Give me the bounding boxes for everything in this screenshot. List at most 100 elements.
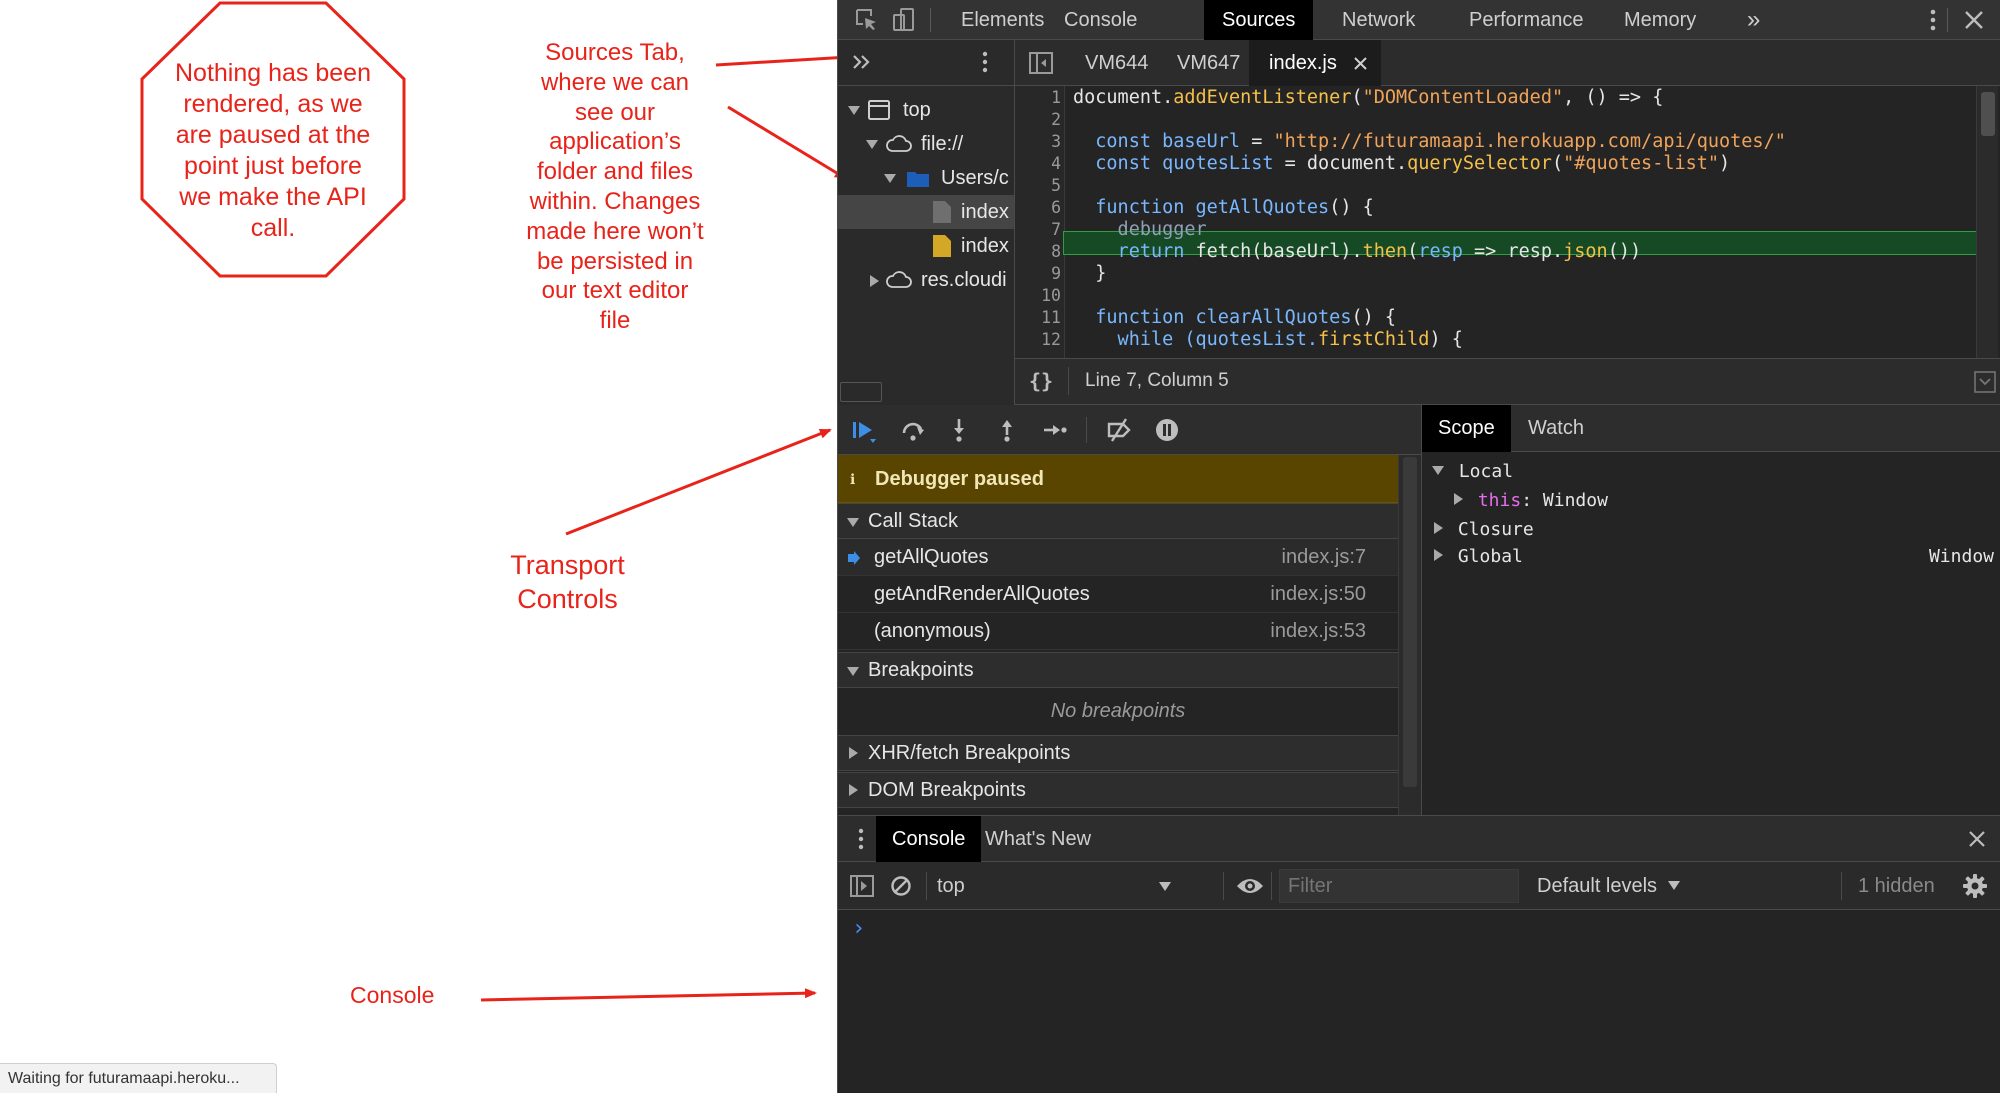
sidebar-vertical-scrollbar[interactable] bbox=[1398, 455, 1421, 815]
section-title: Breakpoints bbox=[868, 659, 974, 681]
device-toolbar-icon[interactable] bbox=[890, 7, 916, 33]
execution-context-select[interactable]: top bbox=[937, 870, 1183, 902]
tree-item-file-protocol[interactable]: file:// bbox=[838, 127, 1014, 161]
line-number[interactable]: 1 bbox=[1015, 87, 1061, 109]
close-devtools-icon[interactable] bbox=[1961, 7, 1987, 33]
call-frame-row[interactable]: getAllQuotes index.js:7 bbox=[838, 539, 1398, 576]
tree-item-res-cloudinary[interactable]: res.cloudi bbox=[838, 263, 1014, 297]
frame-function: getAndRenderAllQuotes bbox=[874, 583, 1090, 605]
editor-tab-vm647[interactable]: VM647 bbox=[1157, 40, 1260, 86]
tree-item-label: index bbox=[961, 235, 1009, 257]
annotation-line: file bbox=[599, 307, 631, 335]
navigator-menu-icon[interactable] bbox=[973, 50, 997, 74]
expand-triangle-icon bbox=[884, 174, 896, 184]
close-tab-icon[interactable] bbox=[1354, 57, 1367, 70]
cloud-icon bbox=[886, 135, 912, 152]
tab-network[interactable]: Network bbox=[1324, 0, 1433, 40]
editor-tab-vm644[interactable]: VM644 bbox=[1065, 40, 1168, 86]
step-over-icon[interactable] bbox=[900, 417, 926, 443]
tree-item-users-folder[interactable]: Users/c bbox=[838, 161, 1014, 195]
coverage-toggle-icon[interactable] bbox=[1974, 371, 1996, 393]
code-token: ()) bbox=[1607, 241, 1642, 262]
frame-location[interactable]: index.js:7 bbox=[1282, 539, 1367, 576]
tab-memory[interactable]: Memory bbox=[1606, 0, 1714, 40]
editor-vertical-scrollbar[interactable] bbox=[1976, 86, 1998, 358]
line-number[interactable]: 11 bbox=[1015, 307, 1061, 329]
call-stack-section-header[interactable]: Call Stack bbox=[838, 503, 1398, 539]
console-settings-gear-icon[interactable] bbox=[1962, 873, 1988, 899]
live-expression-eye-icon[interactable] bbox=[1236, 874, 1264, 898]
code-line-11: function clearAllQuotes() { bbox=[1073, 307, 1396, 329]
tab-sources[interactable]: Sources bbox=[1204, 0, 1314, 40]
tab-performance[interactable]: Performance bbox=[1451, 0, 1602, 40]
tab-watch[interactable]: Watch bbox=[1512, 405, 1600, 452]
line-number[interactable]: 8 bbox=[1015, 241, 1061, 263]
code-editor[interactable]: 1 2 3 4 5 6 7 8 9 10 11 12 document.addE… bbox=[1015, 86, 2000, 358]
scope-this-entry[interactable]: this: Window bbox=[1454, 486, 1608, 516]
double-chevron-icon[interactable] bbox=[850, 50, 874, 74]
scope-global[interactable]: Global Window bbox=[1434, 542, 1994, 572]
tab-elements[interactable]: Elements bbox=[943, 0, 1062, 40]
line-number[interactable]: 4 bbox=[1015, 153, 1061, 175]
customize-kebab-icon[interactable] bbox=[1920, 7, 1946, 33]
close-drawer-icon[interactable] bbox=[1967, 829, 1987, 849]
frame-location[interactable]: index.js:53 bbox=[1270, 613, 1366, 650]
tree-item-top[interactable]: top bbox=[838, 93, 1014, 127]
console-prompt[interactable]: › bbox=[852, 916, 865, 941]
line-number[interactable]: 3 bbox=[1015, 131, 1061, 153]
line-number[interactable]: 5 bbox=[1015, 175, 1061, 197]
line-number[interactable]: 7 bbox=[1015, 219, 1061, 241]
tree-item-label: index bbox=[961, 201, 1009, 223]
annotation-line: be persisted in bbox=[536, 247, 694, 275]
line-number-gutter[interactable]: 1 2 3 4 5 6 7 8 9 10 11 12 bbox=[1015, 86, 1065, 358]
step-out-icon[interactable] bbox=[994, 417, 1020, 443]
collapsed-triangle-icon bbox=[870, 274, 879, 287]
log-levels-dropdown[interactable]: Default levels bbox=[1537, 870, 1680, 902]
tab-console[interactable]: Console bbox=[1046, 0, 1155, 40]
toggle-navigator-icon[interactable] bbox=[1029, 52, 1053, 74]
line-number[interactable]: 10 bbox=[1015, 285, 1061, 307]
step-icon[interactable] bbox=[1041, 417, 1067, 443]
scope-local[interactable]: Local bbox=[1432, 457, 1513, 487]
section-title: Call Stack bbox=[868, 510, 959, 532]
step-into-icon[interactable] bbox=[946, 417, 972, 443]
scope-closure[interactable]: Closure bbox=[1434, 515, 1534, 545]
xhr-breakpoints-section-header[interactable]: XHR/fetch Breakpoints bbox=[838, 735, 1398, 771]
tree-item-label: res.cloudi bbox=[921, 269, 1007, 291]
line-number[interactable]: 2 bbox=[1015, 109, 1061, 131]
line-number[interactable]: 9 bbox=[1015, 263, 1061, 285]
inspect-element-icon[interactable] bbox=[854, 7, 880, 33]
dom-breakpoints-section-header[interactable]: DOM Breakpoints bbox=[838, 772, 1398, 808]
tree-item-index-js[interactable]: index bbox=[838, 229, 1014, 263]
navigator-horizontal-scrollbar[interactable] bbox=[840, 382, 882, 402]
call-frame-row[interactable]: getAndRenderAllQuotes index.js:50 bbox=[838, 576, 1398, 613]
tab-scope[interactable]: Scope bbox=[1422, 405, 1511, 452]
pretty-print-button[interactable]: {} bbox=[1029, 369, 1053, 393]
scrollbar-thumb[interactable] bbox=[1981, 92, 1995, 136]
frame-location[interactable]: index.js:50 bbox=[1270, 576, 1366, 613]
show-console-sidebar-icon[interactable] bbox=[850, 875, 874, 897]
deactivate-breakpoints-icon[interactable] bbox=[1106, 417, 1132, 443]
editor-tab-index-js[interactable]: index.js bbox=[1249, 40, 1381, 86]
resume-icon[interactable] bbox=[850, 417, 876, 443]
dropdown-arrow-icon bbox=[1667, 881, 1680, 890]
line-number[interactable]: 12 bbox=[1015, 329, 1061, 351]
console-output[interactable]: › bbox=[838, 910, 2000, 1093]
drawer-tab-whats-new[interactable]: What's New bbox=[969, 816, 1107, 862]
breakpoints-section-header[interactable]: Breakpoints bbox=[838, 652, 1398, 688]
global-value: Window bbox=[1928, 546, 1994, 567]
code-token: getAllQuotes bbox=[1195, 197, 1330, 218]
drawer-menu-icon[interactable] bbox=[854, 827, 868, 851]
console-filter-input[interactable] bbox=[1279, 869, 1519, 903]
code-token: (baseUrl). bbox=[1251, 241, 1363, 262]
clear-console-icon[interactable] bbox=[890, 875, 912, 897]
more-tabs-button[interactable]: » bbox=[1729, 0, 1778, 40]
pause-on-exceptions-icon[interactable] bbox=[1154, 417, 1180, 443]
call-frame-row[interactable]: (anonymous) index.js:53 bbox=[838, 613, 1398, 650]
code-token: ( bbox=[1551, 153, 1564, 174]
drawer-tab-console[interactable]: Console bbox=[876, 816, 982, 862]
tree-item-index-html[interactable]: index bbox=[838, 195, 1014, 229]
scrollbar-thumb[interactable] bbox=[1403, 457, 1417, 787]
line-number[interactable]: 6 bbox=[1015, 197, 1061, 219]
code-token: "http://futuramaapi.herokuapp.com/api/qu… bbox=[1273, 131, 1786, 152]
